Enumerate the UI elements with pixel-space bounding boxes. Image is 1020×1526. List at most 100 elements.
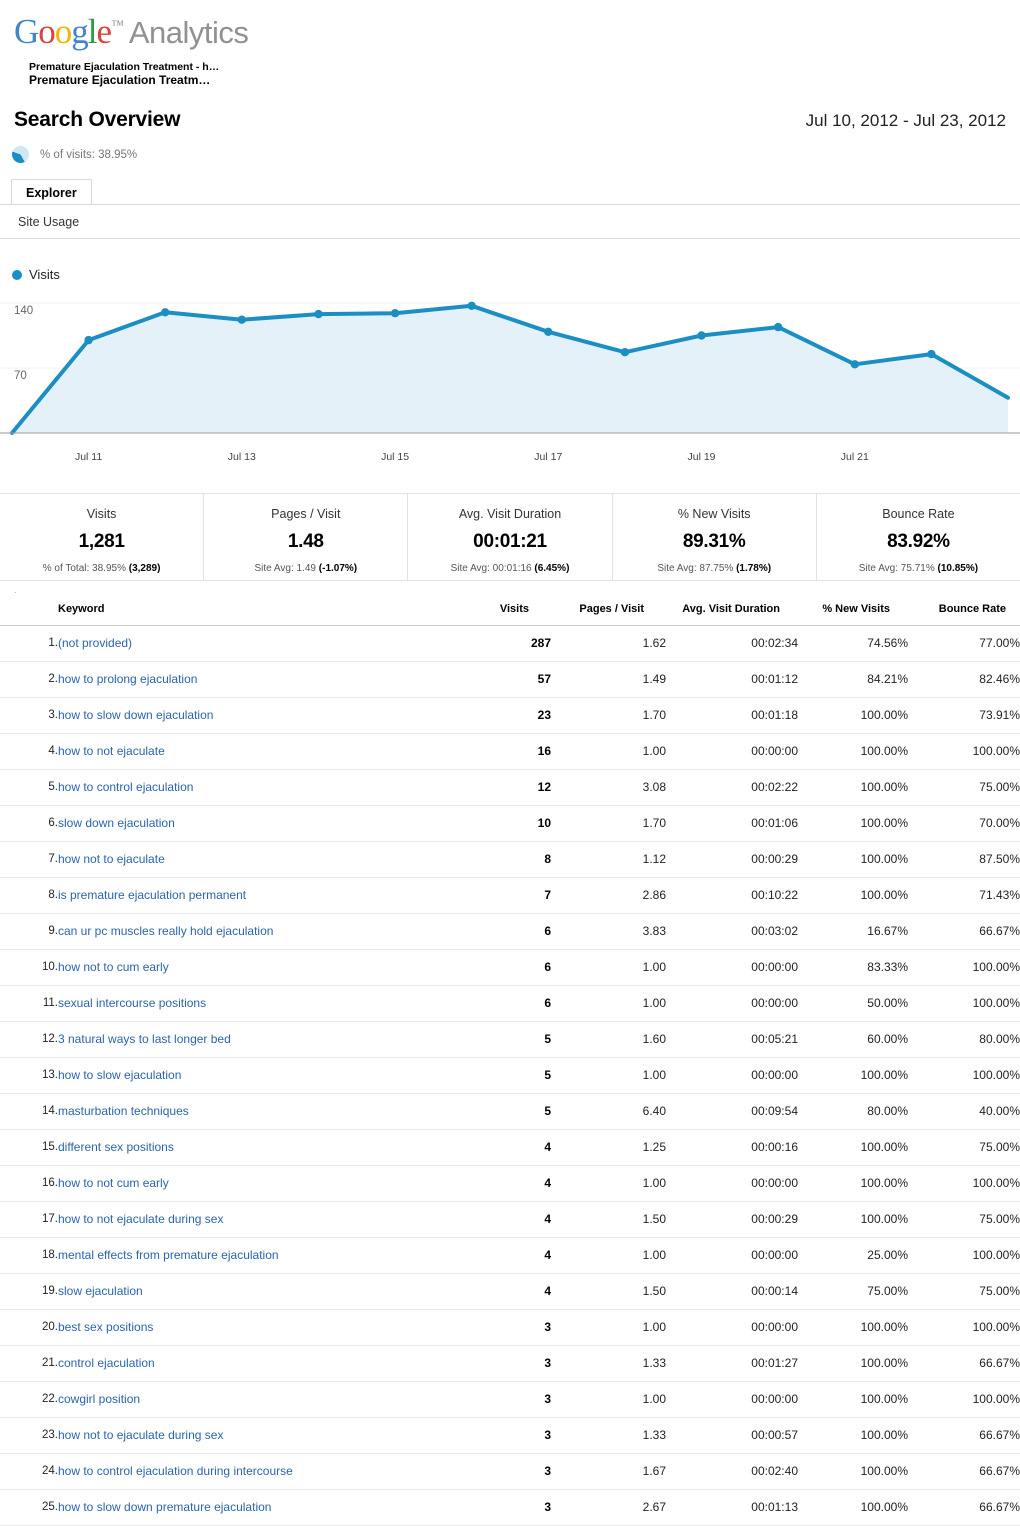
- chart-point[interactable]: [544, 327, 553, 336]
- row-pages-visit: 1.00: [642, 1320, 666, 1334]
- row-pages-visit: 1.00: [642, 1392, 666, 1406]
- row-pages-visit: 1.00: [642, 1068, 666, 1082]
- row-avg-duration: 00:01:06: [751, 816, 798, 830]
- keyword-link[interactable]: how not to ejaculate: [58, 852, 165, 866]
- table-body: 1. (not provided) 287 1.62 00:02:34 74.56% 77.…: [0, 626, 1020, 1526]
- chart-point[interactable]: [850, 360, 859, 369]
- keyword-link[interactable]: mental effects from premature ejaculatio…: [58, 1248, 279, 1262]
- row-visits: 5: [544, 1068, 551, 1082]
- row-avg-duration: 00:00:00: [751, 1176, 798, 1190]
- row-keyword: how to slow down premature ejaculation: [58, 1490, 441, 1526]
- chart-plot-area[interactable]: 140 70: [0, 295, 1020, 445]
- col-avg-visit-duration[interactable]: Avg. Visit Duration: [666, 595, 798, 626]
- y-axis-tick-70: 70: [14, 370, 27, 382]
- chart-point[interactable]: [314, 309, 323, 319]
- keyword-link[interactable]: best sex positions: [58, 1320, 153, 1334]
- row-pages-visit: 1.70: [642, 708, 666, 722]
- keywords-table: Keyword Visits Pages / Visit Avg. Visit …: [0, 595, 1020, 1526]
- table-row: 23. how not to ejaculate during sex 3 1.33 0…: [0, 1418, 1020, 1454]
- row-pages-visit: 1.00: [642, 996, 666, 1010]
- row-pages-visit: 1.00: [642, 960, 666, 974]
- col-new-visits[interactable]: % New Visits: [798, 595, 908, 626]
- chart-point[interactable]: [161, 308, 170, 317]
- site-usage-bar[interactable]: Site Usage: [0, 205, 1020, 239]
- logo-letter-o1: o: [38, 12, 55, 51]
- row-index: 1.: [48, 637, 58, 649]
- row-bounce-rate: 100.00%: [972, 1248, 1020, 1262]
- row-pages-visit: 1.33: [642, 1428, 666, 1442]
- keyword-link[interactable]: cowgirl position: [58, 1392, 140, 1406]
- profile-name[interactable]: Premature Ejaculation Treatm…: [29, 74, 1020, 87]
- visits-chart: Visits 140 70 Jul 11 Jul 13 Jul 15 Jul 17 Ju…: [0, 267, 1020, 471]
- keyword-link[interactable]: can ur pc muscles really hold ejaculatio…: [58, 924, 273, 938]
- row-bounce-rate: 100.00%: [972, 1176, 1020, 1190]
- row-pages-visit: 3.08: [642, 780, 666, 794]
- keyword-link[interactable]: control ejaculation: [58, 1356, 155, 1370]
- chart-point[interactable]: [620, 348, 630, 357]
- metric-card[interactable]: Bounce Rate 83.92% Site Avg: 75.71% (10.85…: [815, 494, 1020, 580]
- col-keyword[interactable]: Keyword: [58, 595, 441, 626]
- row-new-visits: 100.00%: [860, 1356, 908, 1370]
- legend-label-visits[interactable]: Visits: [29, 267, 60, 282]
- keyword-link[interactable]: 3 natural ways to last longer bed: [58, 1032, 231, 1046]
- row-pages-visit: 1.00: [642, 1176, 666, 1190]
- row-bounce-rate: 75.00%: [979, 1284, 1020, 1298]
- chart-point[interactable]: [927, 349, 936, 359]
- col-visits[interactable]: Visits: [441, 595, 551, 626]
- col-bounce-rate[interactable]: Bounce Rate: [908, 595, 1020, 626]
- chart-point[interactable]: [84, 335, 93, 345]
- pie-chart-icon: [12, 146, 29, 163]
- keyword-link[interactable]: how not to cum early: [58, 960, 169, 974]
- keyword-link[interactable]: (not provided): [58, 636, 132, 650]
- row-new-visits: 100.00%: [860, 852, 908, 866]
- metric-comparison: Site Avg: 1.49 (-1.07%): [254, 563, 358, 574]
- date-range-selector[interactable]: Jul 10, 2012 - Jul 23, 2012: [806, 111, 1006, 131]
- chart-point[interactable]: [237, 315, 246, 324]
- metric-card[interactable]: Avg. Visit Duration 00:01:21 Site Avg: 00:…: [407, 494, 611, 580]
- table-row: 24. how to control ejaculation during int…: [0, 1454, 1020, 1490]
- keyword-link[interactable]: how to not ejaculate during sex: [58, 1212, 223, 1226]
- keyword-link[interactable]: how to slow down premature ejaculation: [58, 1500, 271, 1514]
- row-bounce-rate: 80.00%: [979, 1032, 1020, 1046]
- col-pages-visit[interactable]: Pages / Visit: [551, 595, 666, 626]
- keyword-link[interactable]: how to not ejaculate: [58, 744, 165, 758]
- keyword-link[interactable]: how to slow down ejaculation: [58, 708, 213, 722]
- keyword-link[interactable]: slow ejaculation: [58, 1284, 143, 1298]
- keyword-link[interactable]: how to control ejaculation during interc…: [58, 1464, 293, 1478]
- row-visits: 8: [544, 852, 551, 866]
- keyword-link[interactable]: is premature ejaculation permanent: [58, 888, 246, 902]
- row-bounce-rate: 75.00%: [979, 1212, 1020, 1226]
- keyword-link[interactable]: how not to ejaculate during sex: [58, 1428, 223, 1442]
- row-bounce-rate: 66.67%: [979, 1464, 1020, 1478]
- row-new-visits: 60.00%: [867, 1032, 908, 1046]
- keyword-link[interactable]: slow down ejaculation: [58, 816, 175, 830]
- row-avg-duration: 00:05:21: [751, 1032, 798, 1046]
- chart-point[interactable]: [774, 322, 783, 332]
- row-new-visits: 100.00%: [860, 1392, 908, 1406]
- logo-word-analytics: Analytics: [128, 15, 249, 50]
- keyword-link[interactable]: how to slow ejaculation: [58, 1068, 181, 1082]
- chart-point[interactable]: [467, 301, 476, 310]
- row-new-visits: 100.00%: [860, 1140, 908, 1154]
- keyword-link[interactable]: how to not cum early: [58, 1176, 169, 1190]
- chart-point[interactable]: [390, 309, 400, 318]
- keyword-link[interactable]: how to control ejaculation: [58, 780, 193, 794]
- metric-card[interactable]: % New Visits 89.31% Site Avg: 87.75% (1.78…: [611, 494, 816, 580]
- keyword-link[interactable]: different sex positions: [58, 1140, 174, 1154]
- x-axis-tick: Jul 15: [381, 451, 410, 463]
- metric-card[interactable]: Pages / Visit 1.48 Site Avg: 1.49 (-1.07%): [203, 494, 407, 580]
- row-pages-visit: 1.12: [642, 852, 666, 866]
- chart-point[interactable]: [697, 331, 706, 340]
- row-pages-visit: 1.25: [642, 1140, 666, 1154]
- keyword-link[interactable]: how to prolong ejaculation: [58, 672, 197, 686]
- row-bounce-rate: 40.00%: [979, 1104, 1020, 1118]
- keyword-link[interactable]: masturbation techniques: [58, 1104, 189, 1118]
- metric-card[interactable]: Visits 1,281 % of Total: 38.95% (3,289): [0, 494, 203, 580]
- row-index: 16.: [42, 1177, 58, 1189]
- chart-legend: Visits: [0, 267, 1020, 282]
- app-logo[interactable]: Google™ Analytics: [0, 0, 1020, 52]
- metric-value: 83.92%: [887, 531, 950, 552]
- keyword-link[interactable]: sexual intercourse positions: [58, 996, 206, 1010]
- tab-explorer[interactable]: Explorer: [11, 179, 92, 205]
- x-axis-tick: Jul 19: [687, 451, 716, 463]
